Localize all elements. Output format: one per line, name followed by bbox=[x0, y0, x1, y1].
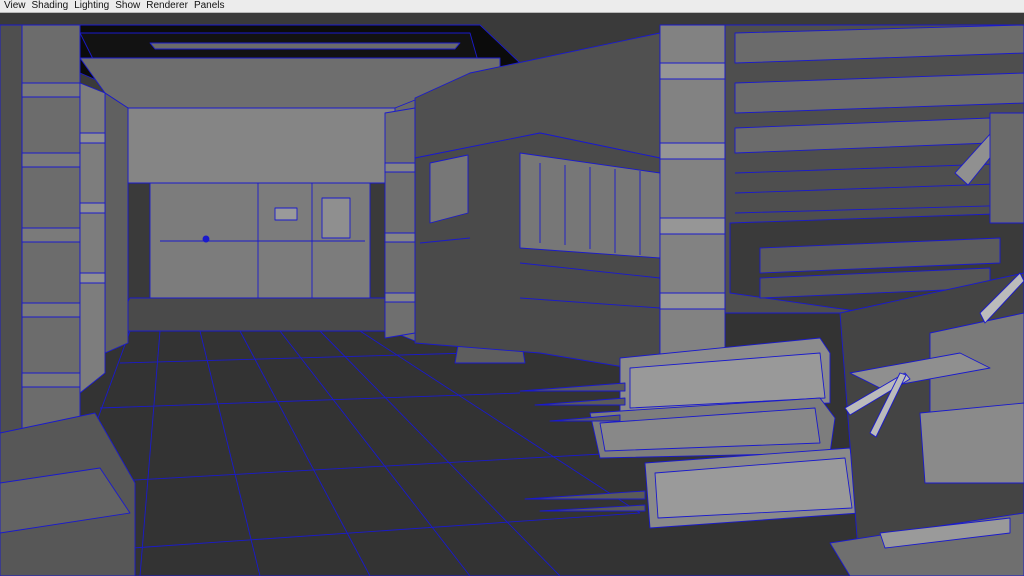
back-room-floor bbox=[109, 297, 421, 332]
back-room-wall bbox=[127, 107, 396, 184]
menu-show[interactable]: Show bbox=[112, 0, 143, 12]
menu-panels[interactable]: Panels bbox=[191, 0, 228, 12]
viewport-menubar: View Shading Lighting Show Renderer Pane… bbox=[0, 0, 1024, 13]
viewport-scene[interactable] bbox=[0, 13, 1024, 576]
menu-renderer[interactable]: Renderer bbox=[143, 0, 191, 12]
mid-pillar bbox=[384, 107, 416, 339]
3d-viewport[interactable] bbox=[0, 13, 1024, 576]
menu-shading[interactable]: Shading bbox=[29, 0, 72, 12]
menu-lighting[interactable]: Lighting bbox=[71, 0, 112, 12]
menu-view[interactable]: View bbox=[0, 0, 29, 12]
left-pillar-2 bbox=[79, 82, 106, 394]
